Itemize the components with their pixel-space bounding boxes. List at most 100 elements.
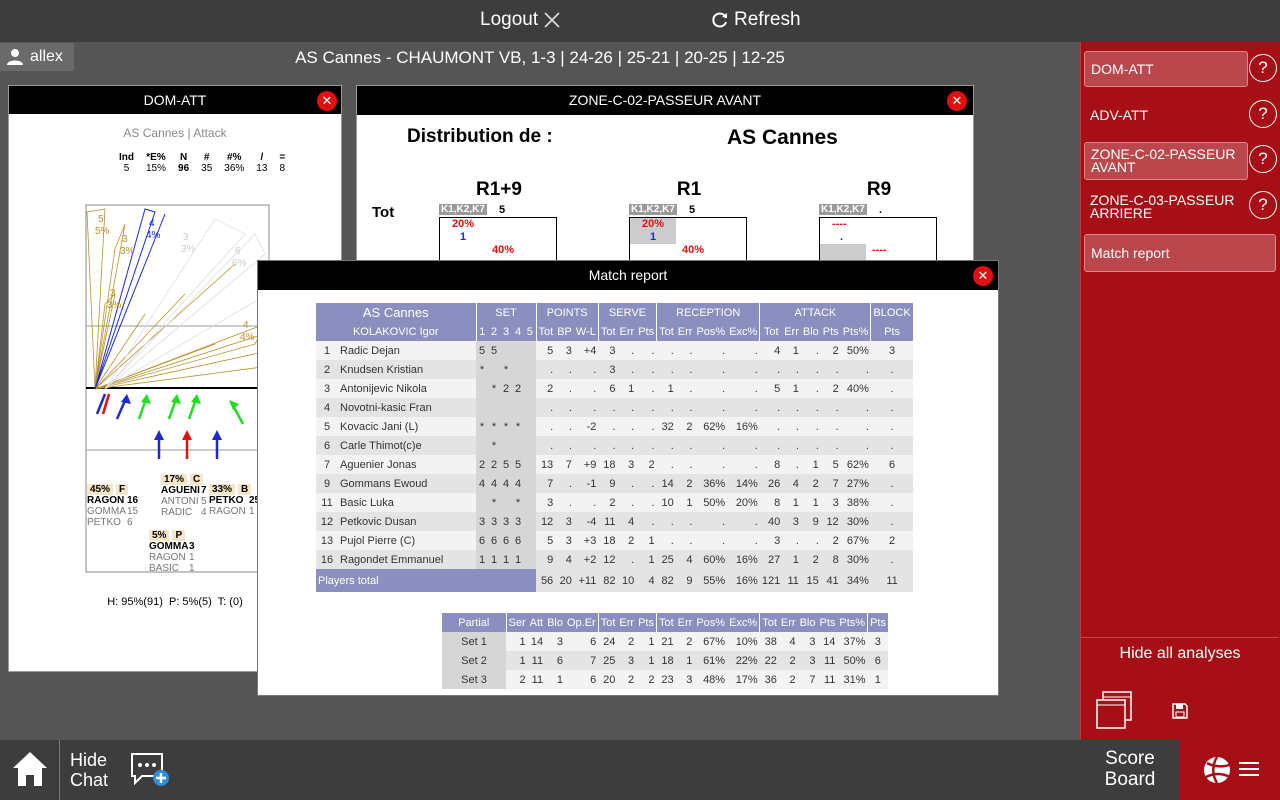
player-row[interactable]: 11 Basic Luka * * 3.. 2.. 10 1 50% 20% 8 1 1 3 38%. [316,493,914,512]
stat-cell: . [617,474,637,493]
stat-cell: . [800,417,821,436]
user-badge[interactable]: allex [0,43,74,71]
stat-cell: 4 [782,474,801,493]
set-cell: 3 [476,512,488,531]
set-cell: 4 [512,474,524,493]
logout-button[interactable]: Logout [480,9,562,31]
report-group-header-row: AS Cannes SET POINTS SERVE RECEPTION ATTACK BL… [316,303,914,322]
player-number: 2 [316,360,338,379]
analysis-item[interactable]: ZONE-C-03-PASSEUR ARRIERE [1084,188,1248,226]
player-row[interactable]: 3 Antonijevic Nikola * 2 2 2.. 6 1. 1... 5 1. 2 40%. [316,379,914,398]
stat-cell: 67% [840,531,871,550]
player-row[interactable]: 2 Knudsen Kristian * *... 3............ [316,360,914,379]
stat-cell: . [656,512,676,531]
stat-cell: . [573,493,599,512]
partial-cell: 1 [545,670,565,689]
analysis-item[interactable]: DOM-ATT [1084,51,1248,87]
set-cell: 4 [476,474,488,493]
stat-cell: 4 [759,341,783,360]
stat-cell: . [536,417,556,436]
set-cell: 2 [500,379,512,398]
set-cell: * [488,436,500,455]
save-icon[interactable] [1171,702,1189,720]
stat-cell: 2 [820,379,841,398]
home-icon[interactable] [11,750,49,788]
box-player-row: GOMMA15 [87,506,138,517]
partial-cell: 6 [564,632,599,651]
score-board-button[interactable]: Score Board [1098,748,1162,790]
partial-cell: 50% [837,651,868,670]
zone-group-count: . [879,204,883,216]
svg-text:4: 4 [243,320,249,331]
distribution-label: Distribution de : [407,126,553,147]
help-icon[interactable]: ? [1249,100,1277,128]
svg-text:3%: 3% [181,244,196,255]
set-cell: 2 [488,455,500,474]
hamburger-menu-icon[interactable] [1238,760,1260,778]
set-cell [524,398,536,417]
box-player-name: BASIC [149,563,180,574]
player-row[interactable]: 6 Carle Thimot(c)e *................ [316,436,914,455]
sub-header: Err [782,322,801,341]
stat-cell: +9 [573,455,599,474]
box-code: P [172,530,186,541]
dom-att-close-button[interactable]: ✕ [317,91,337,111]
player-row[interactable]: 5 Kovacic Jani (L) * * * *.. -2... 32 2 62% 16%...… [316,417,914,436]
analysis-item[interactable]: Match report [1084,234,1276,272]
partial-cell: 48% [694,670,728,689]
stat-cell: 9 [800,512,821,531]
box-player-count: 7 [201,485,207,496]
match-report-close-button[interactable]: ✕ [973,266,993,286]
partial-cell: 18 [656,651,676,670]
player-row[interactable]: 16 Ragondet Emmanuel 1 1 1 1 9 4 +2 12. 1 25 4 60% 16%… [316,550,914,569]
zone-value: 1 [650,231,657,243]
stat-cell: . [870,436,914,455]
hide-all-analyses-button[interactable]: Hide all analyses [1081,645,1279,663]
partial-cell: 2 [617,670,637,689]
stat-cell: 10 [656,493,676,512]
player-row[interactable]: 13 Pujol Pierre (C) 6 6 6 6 5 3 +3 18 2 1.... 3.. 2 67… [316,531,914,550]
stat-cell: . [617,493,637,512]
stat-cell: 60% [694,550,728,569]
player-row[interactable]: 7 Aguenier Jonas 2 2 5 5 13 7 +9 18 3 2.... 8. 1 5 62% 6 [316,455,914,474]
zone-window[interactable]: ZONE-C-02-PASSEUR AVANT ✕ Distribution d… [356,85,974,275]
partial-cell: 20 [598,670,618,689]
refresh-button[interactable]: Refresh [710,9,801,31]
analysis-item[interactable]: ADV-ATT [1084,97,1248,133]
hide-chat-button[interactable]: Hide Chat [70,750,114,790]
analysis-item-label: DOM-ATT [1091,60,1154,77]
menu-area[interactable] [1180,740,1280,800]
stat-cell: 32 [656,417,676,436]
chat-add-icon[interactable] [130,752,170,788]
box-player-row: RAGON 16 [87,495,138,506]
partial-cell: 7 [797,670,818,689]
player-row[interactable]: 9 Gommans Ewoud 4 4 4 4 7. -1 9.. 14 2 36% 14% 26 4 2 7 2… [316,474,914,493]
stat-cell: . [636,398,657,417]
stat-cell: . [782,398,801,417]
stat-cell: . [656,455,676,474]
zone-close-button[interactable]: ✕ [947,91,967,111]
partial-header: Pos% [694,613,728,632]
help-icon[interactable]: ? [1249,54,1277,82]
analysis-panel: DOM-ATT? ADV-ATT? ZONE-C-02-PASSEUR AVANT?… [1080,42,1280,740]
dom-att-stats: Ind *E% N # #% / = 5 15% 96 35 36% 13 8 [113,152,291,174]
help-icon[interactable]: ? [1249,191,1277,219]
set-cell [524,417,536,436]
stat-cell: 2 [598,493,618,512]
windows-icon[interactable] [1095,690,1135,730]
match-report-window[interactable]: Match report ✕ AS Cannes SET POINTS SERVE RE… [257,260,999,696]
partial-header: Blo [797,613,818,632]
svg-text:4: 4 [149,218,155,229]
player-row[interactable]: 12 Petkovic Dusan 3 3 3 3 12 3 -4 11 4..... 40 3 9 12 3… [316,512,914,531]
total-cell: +11 [573,569,599,592]
analysis-item[interactable]: ZONE-C-02-PASSEUR AVANT [1084,142,1248,180]
stat-cell: . [694,341,728,360]
set-cell: * [488,379,500,398]
help-icon[interactable]: ? [1249,145,1277,173]
sub-header: Exc% [727,322,761,341]
player-row[interactable]: 4 Novotni-kasic Fran................ [316,398,914,417]
box-player-count: 3 [189,541,195,552]
sub-header: 3 [500,322,512,341]
zone-group-tag: K1,K2,K7 [439,204,487,215]
player-row[interactable]: 1 Radic Dejan 5 5 5 3 +4 3...... 4 1. 2 50% 3 [316,341,914,360]
